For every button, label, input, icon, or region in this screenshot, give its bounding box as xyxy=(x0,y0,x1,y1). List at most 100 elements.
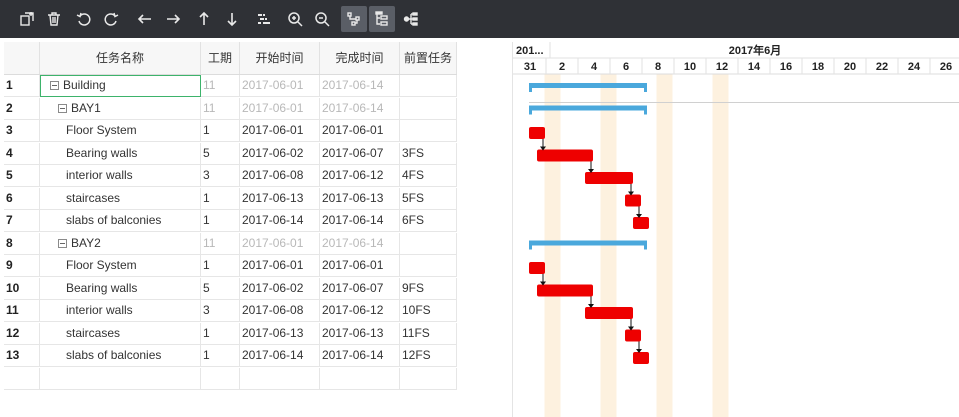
indent-right-button[interactable] xyxy=(160,6,186,32)
collapse-toggle-icon[interactable] xyxy=(50,81,59,90)
predecessor-cell[interactable]: 5FS xyxy=(400,187,457,210)
finish-date-cell[interactable]: 2017-06-12 xyxy=(320,300,400,322)
row-index[interactable]: 2 xyxy=(4,97,40,120)
task-name-cell[interactable]: slabs of balconies xyxy=(40,210,201,232)
row-index[interactable]: 9 xyxy=(4,255,40,277)
duration-cell[interactable]: 5 xyxy=(201,142,240,165)
task-name-cell[interactable]: BAY2 xyxy=(40,232,201,255)
summary-bar[interactable] xyxy=(529,240,647,246)
task-bar[interactable] xyxy=(537,284,593,297)
resource-view-button[interactable] xyxy=(398,6,424,32)
duration-cell[interactable]: 11 xyxy=(201,97,240,120)
task-bar[interactable] xyxy=(633,217,649,229)
task-name-cell[interactable]: slabs of balconies xyxy=(40,345,201,367)
empty-row[interactable] xyxy=(4,367,457,390)
start-date-cell[interactable]: 2017-06-02 xyxy=(240,142,320,165)
start-date-cell[interactable]: 2017-06-01 xyxy=(240,232,320,255)
empty-cell[interactable] xyxy=(320,367,400,390)
finish-date-cell[interactable]: 2017-06-07 xyxy=(320,142,400,165)
predecessor-cell[interactable]: 9FS xyxy=(400,277,457,300)
task-name-cell[interactable]: staircases xyxy=(40,322,201,345)
task-name-cell[interactable]: Bearing walls xyxy=(40,277,201,300)
table-row[interactable]: 11 interior walls 3 2017-06-08 2017-06-12 10F… xyxy=(4,300,457,322)
finish-date-cell[interactable]: 2017-06-07 xyxy=(320,277,400,300)
table-row[interactable]: 8 BAY2 11 2017-06-01 2017-06-14 xyxy=(4,232,457,255)
add-task-button[interactable] xyxy=(14,6,40,32)
predecessor-cell[interactable]: 4FS xyxy=(400,165,457,187)
finish-date-cell[interactable]: 2017-06-14 xyxy=(320,345,400,367)
delete-button[interactable] xyxy=(41,6,67,32)
table-row[interactable]: 7 slabs of balconies 1 2017-06-14 2017-06-14… xyxy=(4,210,457,232)
predecessor-cell[interactable]: 10FS xyxy=(400,300,457,322)
duration-cell[interactable]: 1 xyxy=(201,255,240,277)
finish-date-cell[interactable]: 2017-06-14 xyxy=(320,97,400,120)
col-header-finish[interactable]: 完成时间 xyxy=(320,42,400,74)
critical-path-button[interactable] xyxy=(341,6,367,32)
finish-date-cell[interactable]: 2017-06-13 xyxy=(320,187,400,210)
task-bar[interactable] xyxy=(625,194,641,207)
task-name-cell[interactable]: Floor System xyxy=(40,120,201,142)
row-index[interactable]: 7 xyxy=(4,210,40,232)
task-name-cell[interactable]: interior walls xyxy=(40,300,201,322)
summary-bar[interactable] xyxy=(529,83,647,88)
duration-cell[interactable]: 1 xyxy=(201,322,240,345)
table-row[interactable]: 3 Floor System 1 2017-06-01 2017-06-01 xyxy=(4,120,457,142)
table-row[interactable]: 5 interior walls 3 2017-06-08 2017-06-12 4FS xyxy=(4,165,457,187)
table-row[interactable]: 1 Building 11 2017-06-01 2017-06-14 xyxy=(4,75,457,97)
duration-cell[interactable]: 1 xyxy=(201,210,240,232)
row-index[interactable]: 8 xyxy=(4,232,40,255)
start-date-cell[interactable]: 2017-06-02 xyxy=(240,277,320,300)
task-name-cell[interactable]: Bearing walls xyxy=(40,142,201,165)
task-name-cell[interactable]: BAY1 xyxy=(40,97,201,120)
start-date-cell[interactable]: 2017-06-01 xyxy=(240,97,320,120)
finish-date-cell[interactable]: 2017-06-14 xyxy=(320,75,400,97)
task-bar[interactable] xyxy=(585,307,633,319)
col-header-start[interactable]: 开始时间 xyxy=(240,42,320,74)
row-index[interactable]: 1 xyxy=(4,75,40,97)
predecessor-cell[interactable]: 12FS xyxy=(400,345,457,367)
predecessor-cell[interactable] xyxy=(400,255,457,277)
col-header-predecessor[interactable]: 前置任务 xyxy=(400,42,457,74)
task-name-cell[interactable]: Floor System xyxy=(40,255,201,277)
table-row[interactable]: 9 Floor System 1 2017-06-01 2017-06-01 xyxy=(4,255,457,277)
table-row[interactable]: 6 staircases 1 2017-06-13 2017-06-13 5FS xyxy=(4,187,457,210)
summary-bar[interactable] xyxy=(529,105,647,111)
row-index[interactable]: 11 xyxy=(4,300,40,322)
predecessor-cell[interactable]: 11FS xyxy=(400,322,457,345)
finish-date-cell[interactable]: 2017-06-12 xyxy=(320,165,400,187)
start-date-cell[interactable]: 2017-06-14 xyxy=(240,345,320,367)
finish-date-cell[interactable]: 2017-06-14 xyxy=(320,232,400,255)
col-header-task-name[interactable]: 任务名称 xyxy=(40,42,201,74)
empty-cell[interactable] xyxy=(40,367,201,390)
table-row[interactable]: 10 Bearing walls 5 2017-06-02 2017-06-07 9FS xyxy=(4,277,457,300)
duration-cell[interactable]: 11 xyxy=(201,75,240,97)
row-index[interactable]: 13 xyxy=(4,345,40,367)
link-tasks-button[interactable] xyxy=(251,6,277,32)
duration-cell[interactable]: 11 xyxy=(201,232,240,255)
duration-cell[interactable]: 1 xyxy=(201,345,240,367)
row-index[interactable]: 5 xyxy=(4,165,40,187)
empty-cell[interactable] xyxy=(4,367,40,390)
start-date-cell[interactable]: 2017-06-13 xyxy=(240,187,320,210)
duration-cell[interactable]: 1 xyxy=(201,120,240,142)
predecessor-cell[interactable] xyxy=(400,232,457,255)
task-bar[interactable] xyxy=(625,329,641,342)
predecessor-cell[interactable]: 6FS xyxy=(400,210,457,232)
empty-cell[interactable] xyxy=(240,367,320,390)
start-date-cell[interactable]: 2017-06-13 xyxy=(240,322,320,345)
table-row[interactable]: 13 slabs of balconies 1 2017-06-14 2017-06-1… xyxy=(4,345,457,367)
move-up-button[interactable] xyxy=(191,6,217,32)
start-date-cell[interactable]: 2017-06-08 xyxy=(240,165,320,187)
col-header-duration[interactable]: 工期 xyxy=(201,42,240,74)
row-index[interactable]: 3 xyxy=(4,120,40,142)
zoom-out-button[interactable] xyxy=(309,6,335,32)
row-index[interactable]: 6 xyxy=(4,187,40,210)
table-row[interactable]: 4 Bearing walls 5 2017-06-02 2017-06-07 3FS xyxy=(4,142,457,165)
duration-cell[interactable]: 3 xyxy=(201,300,240,322)
task-name-cell[interactable]: Building xyxy=(40,75,201,97)
move-down-button[interactable] xyxy=(219,6,245,32)
start-date-cell[interactable]: 2017-06-01 xyxy=(240,75,320,97)
row-index[interactable]: 4 xyxy=(4,142,40,165)
outdent-left-button[interactable] xyxy=(132,6,158,32)
start-date-cell[interactable]: 2017-06-14 xyxy=(240,210,320,232)
